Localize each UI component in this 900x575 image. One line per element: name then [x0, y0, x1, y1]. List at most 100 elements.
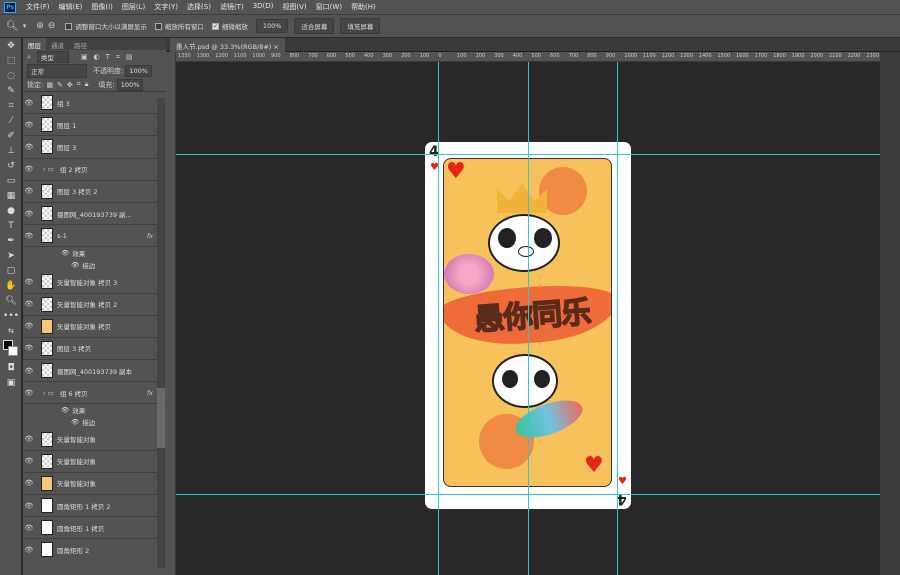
menu-item[interactable]: 文字(Y) [154, 2, 178, 12]
menu-item[interactable]: 滤镜(T) [220, 2, 244, 12]
guide-line[interactable] [438, 62, 439, 575]
layer-row[interactable]: 👁︎ 矢量智能对象 [23, 428, 167, 451]
scrubby-zoom-checkbox[interactable]: ✓ 细微缩放 [211, 21, 248, 31]
visibility-eye-icon[interactable]: 👁︎ [61, 249, 69, 257]
menu-item[interactable]: 窗口(W) [316, 2, 342, 12]
visibility-eye-icon[interactable]: 👁︎ [23, 165, 35, 173]
layer-name[interactable]: 摄图网_400193739 副... [57, 209, 132, 219]
menu-item[interactable]: 文件(F) [26, 2, 50, 12]
menu-item[interactable]: 图像(I) [91, 2, 113, 12]
visibility-eye-icon[interactable]: 👁︎ [23, 322, 35, 330]
color-swatches[interactable] [0, 338, 21, 360]
layer-name[interactable]: 矢量智能对象 拷贝 3 [57, 277, 117, 287]
layer-row[interactable]: 👁︎ 圆角矩形 1 拷贝 2 [23, 495, 167, 518]
filter-adjust-icon[interactable]: ◐ [94, 53, 100, 61]
visibility-eye-icon[interactable]: 👁︎ [23, 502, 35, 510]
layer-row[interactable]: 👁︎ s-1 fx [23, 225, 167, 248]
blend-mode-select[interactable]: 正常 [27, 64, 87, 78]
folder-icon[interactable]: › ▭ [43, 389, 54, 397]
effect-row[interactable]: 👁︎ 描边 [23, 416, 167, 428]
effects-icon[interactable]: fx [147, 232, 153, 240]
layer-name[interactable]: 圆角矩形 2 [57, 545, 89, 555]
menu-item[interactable]: 图层(L) [122, 2, 145, 12]
filter-smart-icon[interactable]: ▤ [126, 53, 133, 61]
quick-mask-icon[interactable]: ◘ [0, 360, 22, 375]
layer-row[interactable]: 👁︎ 圆角矩形 1 拷贝 [23, 517, 167, 540]
marquee-tool-icon[interactable]: ⬚ [0, 53, 22, 68]
layer-name[interactable]: 图层 1 [57, 120, 76, 130]
effects-icon[interactable]: fx [147, 389, 153, 397]
background-color[interactable] [8, 346, 18, 356]
menu-item[interactable]: 视图(V) [282, 2, 306, 12]
eyedropper-tool-icon[interactable]: ⁄ [0, 113, 22, 128]
layer-name[interactable]: 圆角矩形 1 拷贝 2 [57, 501, 110, 511]
canvas-area[interactable]: 4 ♥ ♥ 愚你同乐 ♥ ♥ 4 [176, 62, 880, 575]
lock-pixels-icon[interactable]: ▦ [46, 81, 53, 89]
layer-row[interactable]: 👁︎ 矢量智能对象 拷贝 2 [23, 294, 167, 316]
kind-filter-select[interactable]: 类型 [36, 51, 69, 63]
lock-paint-icon[interactable]: ✎ [57, 81, 63, 89]
horizontal-ruler[interactable]: 1350 1300 1200 1100 1000 900 800 700 600 500 400 30… [176, 52, 880, 62]
tab-paths[interactable]: 路径 [69, 38, 92, 50]
shape-tool-icon[interactable]: ▢ [0, 263, 22, 278]
visibility-eye-icon[interactable]: 👁︎ [23, 210, 35, 218]
guide-line[interactable] [176, 154, 880, 155]
swap-colors-icon[interactable]: ⇆ [0, 323, 22, 338]
more-tools-icon[interactable]: ••• [0, 308, 22, 323]
layer-name[interactable]: 矢量智能对象 [57, 478, 96, 488]
guide-line[interactable] [176, 494, 880, 495]
layer-name[interactable]: 圆角矩形 1 拷贝 [57, 523, 104, 533]
guide-line[interactable] [528, 62, 529, 575]
zoom-tool-icon[interactable]: 🔍︎ [6, 21, 19, 32]
layer-row[interactable]: 👁︎ 矢量智能对象 [23, 473, 167, 495]
gradient-tool-icon[interactable]: ▦ [0, 188, 22, 203]
screen-mode-icon[interactable]: ▣ [0, 375, 22, 390]
pen-tool-icon[interactable]: ✒ [0, 233, 22, 248]
brush-tool-icon[interactable]: ✐ [0, 128, 22, 143]
visibility-eye-icon[interactable]: 👁︎ [23, 389, 35, 397]
layer-name[interactable]: 矢量智能对象 [57, 456, 96, 466]
document-tab[interactable]: 愚人节.psd @ 33.3%(RGB/8#) × [170, 38, 285, 52]
filter-shape-icon[interactable]: ⌗ [116, 53, 120, 62]
visibility-eye-icon[interactable]: 👁︎ [23, 143, 35, 151]
opacity-field[interactable]: 100% [125, 65, 152, 77]
layer-row[interactable]: 👁︎ 矢量智能对象 [23, 451, 167, 473]
lasso-tool-icon[interactable]: ◌ [0, 68, 22, 83]
layer-row[interactable]: 👁︎ 图层 1 [23, 114, 167, 137]
layer-name[interactable]: 摄图网_400193739 副本 [57, 366, 132, 376]
tab-channels[interactable]: 通道 [46, 38, 69, 50]
visibility-eye-icon[interactable]: 👁︎ [23, 232, 35, 240]
layer-name[interactable]: 组 3 [57, 98, 70, 108]
filter-pixel-icon[interactable]: ▣ [81, 53, 88, 61]
layer-name[interactable]: s-1 [57, 232, 67, 240]
visibility-eye-icon[interactable]: 👁︎ [23, 187, 35, 195]
visibility-eye-icon[interactable]: 👁︎ [23, 546, 35, 554]
layer-name[interactable]: 图层 3 拷贝 2 [57, 186, 97, 196]
effect-row[interactable]: 👁︎ 效果 [23, 404, 167, 416]
move-tool-icon[interactable]: ✥ [0, 38, 22, 53]
zoom-in-icon[interactable]: ⊕ [36, 21, 44, 31]
tab-layers[interactable]: 图层 [23, 38, 46, 50]
visibility-eye-icon[interactable]: 👁︎ [23, 278, 35, 286]
history-brush-icon[interactable]: ↺ [0, 158, 22, 173]
zoom-tool-icon[interactable]: 🔍︎ [0, 293, 22, 308]
photoshop-logo-icon[interactable]: Ps [4, 1, 16, 13]
visibility-eye-icon[interactable]: 👁︎ [23, 457, 35, 465]
chevron-down-icon[interactable]: ▾ [23, 22, 27, 30]
visibility-eye-icon[interactable]: 👁︎ [23, 367, 35, 375]
layer-row[interactable]: 👁︎ 圆角矩形 2 [23, 539, 167, 561]
layer-row[interactable]: 👁︎ 图层 3 拷贝 [23, 338, 167, 361]
vertical-ruler[interactable] [166, 52, 176, 575]
effect-row[interactable]: 👁︎ 效果 [23, 247, 167, 259]
stamp-tool-icon[interactable]: ⊥ [0, 143, 22, 158]
guide-line[interactable] [617, 62, 618, 575]
visibility-eye-icon[interactable]: 👁︎ [71, 418, 79, 426]
close-icon[interactable]: × [273, 43, 278, 51]
visibility-eye-icon[interactable]: 👁︎ [23, 99, 35, 107]
visibility-eye-icon[interactable]: 👁︎ [23, 300, 35, 308]
layer-name[interactable]: 矢量智能对象 拷贝 [57, 321, 111, 331]
hand-tool-icon[interactable]: ✋ [0, 278, 22, 293]
visibility-eye-icon[interactable]: 👁︎ [23, 121, 35, 129]
visibility-eye-icon[interactable]: 👁︎ [23, 524, 35, 532]
layer-name[interactable]: 图层 3 [57, 142, 76, 152]
